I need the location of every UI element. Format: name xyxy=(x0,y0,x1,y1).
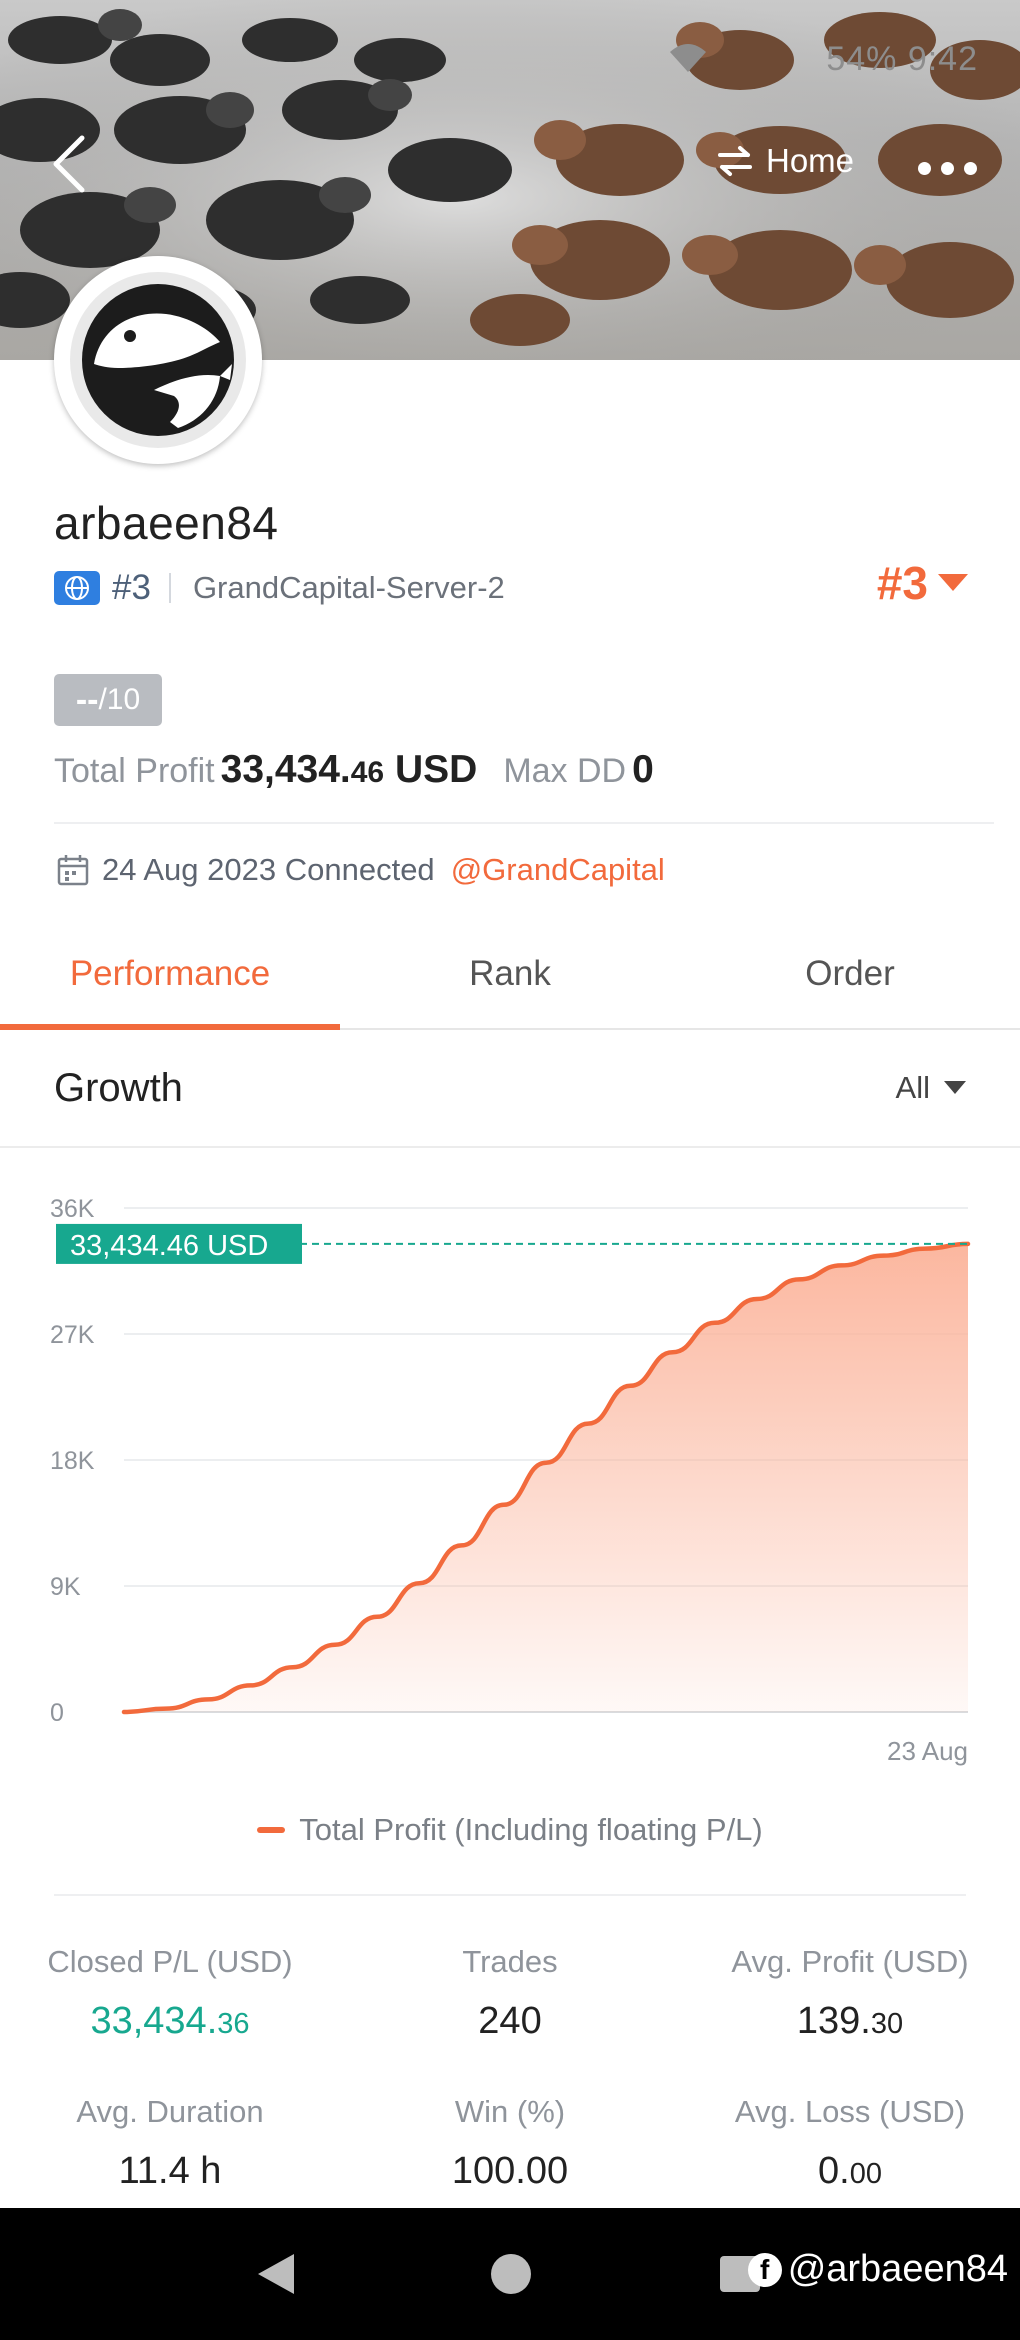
avg-duration-value: 11.4 h xyxy=(118,2150,222,2192)
back-icon[interactable] xyxy=(46,132,94,196)
stats-grid: Closed P/L (USD) 33,434.36 Trades 240 Av… xyxy=(0,1930,1020,2220)
growth-title: Growth xyxy=(54,1066,183,1110)
total-profit-label: Total Profit xyxy=(54,752,215,790)
range-filter-dropdown[interactable]: All xyxy=(896,1070,966,1106)
growth-header: Growth All xyxy=(0,1032,1020,1148)
connected-date: 24 Aug 2023 Connected xyxy=(102,852,435,887)
divider xyxy=(54,1894,966,1896)
legend-swatch xyxy=(257,1827,286,1833)
closed-pl-value: 33,434.36 xyxy=(90,2000,250,2042)
caret-down-icon xyxy=(938,574,968,591)
range-filter-label: All xyxy=(895,1070,930,1105)
series-area xyxy=(124,1243,968,1712)
server-name: GrandCapital-Server-2 xyxy=(192,570,505,605)
tab-performance[interactable]: Performance xyxy=(0,920,340,1030)
chart-legend: Total Profit (Including floating P/L) xyxy=(0,1812,1020,1848)
y-tick-label: 9K xyxy=(50,1573,81,1601)
status-battery-time: 54% 9:42 xyxy=(826,40,978,78)
y-tick-label: 27K xyxy=(50,1321,95,1349)
bull-bear-logo-icon xyxy=(82,284,234,436)
home-label: Home xyxy=(766,142,855,179)
x-axis-label: 23 Aug xyxy=(887,1736,968,1766)
facebook-icon: f xyxy=(747,2252,782,2287)
system-nav-bar: f @arbaeen84 xyxy=(0,2208,1020,2340)
score-value: -- xyxy=(75,680,99,719)
wifi-icon xyxy=(670,44,706,72)
nav-back-icon[interactable] xyxy=(256,2252,296,2296)
tab-bar: Performance Rank Order xyxy=(0,920,1020,1030)
separator xyxy=(168,573,171,603)
stat-avg-loss: Avg. Loss (USD) 0.00 xyxy=(680,2094,1020,2193)
stat-win-rate: Win (%) 100.00 xyxy=(340,2094,680,2193)
username: arbaeen84 xyxy=(54,497,279,549)
caret-down-icon xyxy=(944,1081,966,1094)
trades-value: 240 xyxy=(478,2000,542,2042)
stat-closed-pl: Closed P/L (USD) 33,434.36 xyxy=(0,1944,340,2043)
max-dd-label: Max DD xyxy=(503,752,627,790)
rank-dropdown[interactable]: #3 xyxy=(877,556,968,610)
score-suffix: /10 xyxy=(98,683,141,716)
avg-loss-value: 0.00 xyxy=(818,2150,882,2192)
y-tick-label: 0 xyxy=(50,1699,64,1727)
broker-link[interactable]: @GrandCapital xyxy=(451,852,665,888)
y-tick-label: 18K xyxy=(50,1447,95,1475)
more-options-icon[interactable] xyxy=(918,150,988,186)
tab-rank[interactable]: Rank xyxy=(340,920,680,1028)
stat-avg-duration: Avg. Duration 11.4 h xyxy=(0,2094,340,2193)
win-rate-value: 100.00 xyxy=(451,2150,569,2192)
stat-trades: Trades 240 xyxy=(340,1944,680,2043)
rank-value: #3 xyxy=(876,557,928,609)
globe-icon xyxy=(54,571,100,605)
y-tick-label: 36K xyxy=(50,1195,95,1223)
growth-chart: 36K 27K 18K 9K 0 33,434.46 USD 23 Aug xyxy=(50,1195,971,1766)
tab-order[interactable]: Order xyxy=(680,920,1020,1028)
watermark-text: @arbaeen84 xyxy=(787,2248,1008,2290)
connection-row: 24 Aug 2023 Connected @GrandCapital xyxy=(56,852,665,888)
total-profit-value: 33,434.46 USD xyxy=(220,748,478,791)
max-dd-value: 0 xyxy=(632,748,654,791)
score-badge: --/10 xyxy=(54,674,162,726)
home-button[interactable]: Home xyxy=(716,142,854,180)
nav-home-icon[interactable] xyxy=(491,2254,531,2294)
watermark: f @arbaeen84 xyxy=(747,2248,1008,2291)
profit-row: Total Profit 33,434.46 USD Max DD 0 xyxy=(54,748,654,792)
calendar-icon xyxy=(57,855,89,886)
rank-row: #3 GrandCapital-Server-2 xyxy=(54,566,505,610)
stat-avg-profit: Avg. Profit (USD) 139.30 xyxy=(680,1944,1020,2043)
legend-label: Total Profit (Including floating P/L) xyxy=(299,1812,763,1847)
global-rank: #3 xyxy=(112,568,151,607)
current-value-label: 33,434.46 USD xyxy=(70,1230,268,1262)
avg-profit-value: 139.30 xyxy=(796,2000,904,2042)
divider xyxy=(54,822,994,824)
switch-arrows-icon xyxy=(718,146,752,176)
avatar[interactable] xyxy=(54,256,262,464)
